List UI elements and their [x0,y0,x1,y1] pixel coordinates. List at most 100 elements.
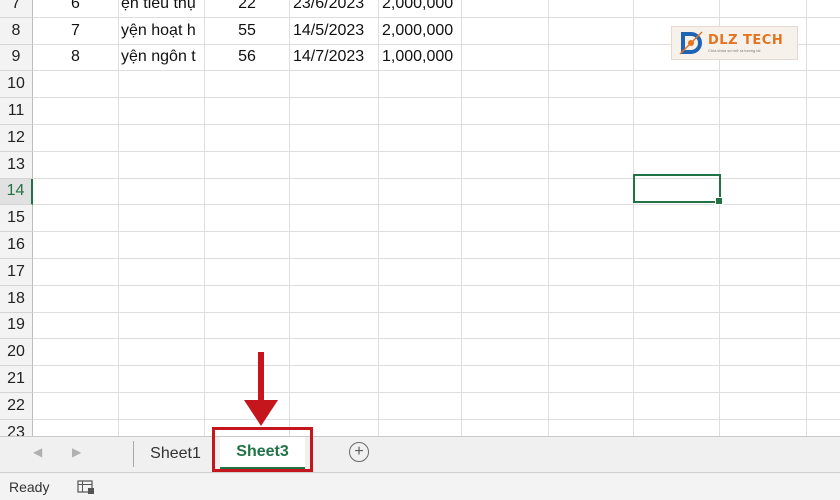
fill-handle[interactable] [715,197,723,205]
cell[interactable] [807,18,840,45]
cell[interactable] [807,205,840,233]
row-header[interactable]: 11 [0,98,33,125]
cell[interactable] [33,392,119,420]
cell[interactable] [462,205,549,233]
cell[interactable] [720,178,807,206]
tab-sheet1[interactable]: Sheet1 [137,437,215,470]
row-header[interactable]: 12 [0,124,33,152]
cell[interactable] [205,151,290,179]
cell[interactable] [549,232,634,259]
cell[interactable] [33,366,119,393]
cell[interactable] [379,98,462,125]
cell[interactable] [290,232,379,259]
cell[interactable] [379,366,462,393]
cell[interactable] [549,392,634,420]
cell[interactable] [807,179,840,206]
cell[interactable] [549,258,634,286]
cell[interactable] [807,366,840,393]
cell[interactable] [290,71,379,99]
row-header[interactable]: 21 [0,366,33,393]
cell[interactable] [634,205,720,233]
cell[interactable] [634,285,720,313]
cell[interactable] [33,258,119,286]
cell[interactable] [119,71,205,99]
cell[interactable] [33,98,119,125]
cell[interactable] [119,339,205,367]
cell[interactable] [634,419,720,436]
row-header[interactable]: 14 [0,178,33,206]
cell[interactable] [205,98,290,125]
cell[interactable]: 14/7/2023 [290,44,379,72]
cell[interactable] [119,98,205,125]
cell[interactable] [549,98,634,125]
cell[interactable] [807,98,840,125]
cell[interactable] [462,232,549,259]
cell[interactable] [462,71,549,99]
cell[interactable] [720,71,807,99]
cell[interactable] [205,124,290,152]
cell[interactable] [33,339,119,367]
macro-recording-icon[interactable] [77,479,95,495]
cell[interactable] [379,339,462,367]
cell[interactable] [290,178,379,206]
selected-cell-f14[interactable] [633,174,723,205]
cell[interactable] [462,151,549,179]
cell[interactable] [549,0,634,18]
cell[interactable] [33,71,119,99]
cell[interactable] [462,178,549,206]
cell[interactable] [634,98,720,125]
cell[interactable] [119,205,205,233]
cell[interactable] [634,312,720,340]
cell[interactable] [807,420,840,436]
cell[interactable] [33,178,119,206]
cell[interactable] [119,178,205,206]
cell[interactable] [720,419,807,436]
cell[interactable] [462,258,549,286]
cell[interactable] [33,124,119,152]
cell[interactable] [807,71,840,99]
cell[interactable] [720,392,807,420]
cell[interactable]: 7 [33,17,119,45]
cell[interactable] [462,285,549,313]
cell[interactable] [549,44,634,72]
cell[interactable] [379,205,462,233]
cell[interactable] [290,124,379,152]
cell[interactable] [634,339,720,367]
cell[interactable]: 2,000,000 [379,0,462,18]
cell[interactable] [33,205,119,233]
cell[interactable] [720,258,807,286]
cell[interactable]: 1,000,000 [379,44,462,72]
cell[interactable] [634,366,720,393]
cell[interactable] [119,312,205,340]
cell[interactable] [549,339,634,367]
cell[interactable] [205,205,290,233]
cell[interactable] [290,285,379,313]
cell[interactable] [119,258,205,286]
cell[interactable]: 6 [33,0,119,18]
row-header[interactable]: 8 [0,17,33,45]
cell[interactable] [290,98,379,125]
cell[interactable] [549,17,634,45]
cell[interactable] [205,312,290,340]
cell[interactable] [634,232,720,259]
cell[interactable] [379,258,462,286]
cell[interactable] [807,339,840,367]
cell[interactable] [549,366,634,393]
cell[interactable]: 23/6/2023 [290,0,379,18]
row-header[interactable]: 15 [0,205,33,233]
cell[interactable] [462,0,549,18]
row-header[interactable]: 7 [0,0,33,18]
cell[interactable] [807,45,840,72]
cell[interactable] [720,205,807,233]
row-header[interactable]: 17 [0,258,33,286]
cell[interactable] [379,124,462,152]
cell[interactable] [807,313,840,340]
cell[interactable] [119,285,205,313]
cell[interactable] [205,285,290,313]
cell[interactable] [205,178,290,206]
cell[interactable] [549,312,634,340]
row-header[interactable]: 10 [0,71,33,99]
row-header[interactable]: 19 [0,312,33,340]
cell[interactable] [119,151,205,179]
cell[interactable] [379,312,462,340]
